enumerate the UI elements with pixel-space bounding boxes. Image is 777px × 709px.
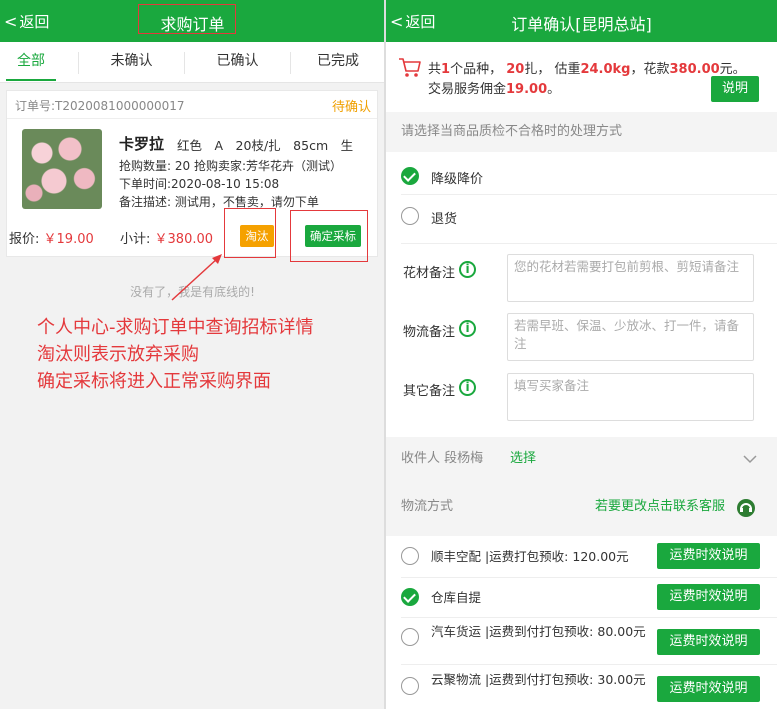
page-title: 订单确认[昆明总站] bbox=[511, 15, 652, 34]
purchase-order-screen: < 返回 求购订单 全部 未确认 已确认 已完成 订单号:T20200810000… bbox=[0, 0, 385, 709]
contact-service-link[interactable]: 若要更改点击联系客服 bbox=[595, 478, 725, 536]
qc-section-header: 请选择当商品质检不合格时的处理方式 bbox=[386, 113, 777, 151]
other-note-input[interactable]: 填写买家备注 bbox=[507, 373, 754, 421]
shipping-info-button[interactable]: 运费时效说明 bbox=[657, 629, 760, 655]
select-receiver-link[interactable]: 选择 bbox=[510, 440, 536, 478]
shipping-info-button[interactable]: 运费时效说明 bbox=[657, 676, 760, 702]
info-icon[interactable]: i bbox=[459, 320, 476, 337]
annotation-line-3: 确定采标将进入正常采购界面 bbox=[37, 371, 271, 392]
shipping-option-label: 汽车货运 |运费到付打包预收: 80.00元 bbox=[431, 624, 646, 639]
shipping-info-button[interactable]: 运费时效说明 bbox=[657, 584, 760, 610]
explain-button[interactable]: 说明 bbox=[711, 76, 759, 102]
qc-option-label: 退货 bbox=[431, 212, 458, 227]
shipping-radio-truck[interactable] bbox=[401, 628, 419, 646]
annotation-line-2: 淘汰则表示放弃采购 bbox=[37, 344, 199, 365]
qc-radio-return[interactable] bbox=[401, 207, 419, 225]
shipping-option-label: 顺丰空配 |运费打包预收: 120.00元 bbox=[431, 549, 629, 564]
shipping-radio-sf[interactable] bbox=[401, 547, 419, 565]
divider bbox=[401, 194, 777, 195]
info-icon[interactable]: i bbox=[459, 261, 476, 278]
qc-radio-downgrade[interactable] bbox=[401, 167, 419, 185]
summary-line-2: 交易服务佣金19.00。 bbox=[428, 82, 561, 97]
logistics-note-input[interactable]: 若需早班、保温、少放冰、打一件，请备注 bbox=[507, 313, 754, 361]
divider bbox=[401, 243, 777, 244]
shipping-radio-pickup[interactable] bbox=[401, 588, 419, 606]
header-bar: < 返回 订单确认[昆明总站] bbox=[386, 0, 777, 42]
chevron-down-icon bbox=[743, 455, 757, 464]
logistics-note-label: 物流备注 bbox=[403, 325, 456, 340]
customer-service-icon[interactable] bbox=[736, 498, 756, 518]
receiver-row[interactable]: 收件人 段杨梅 选择 bbox=[386, 440, 777, 478]
annotation-arrow-icon bbox=[171, 254, 222, 301]
shipping-option-label: 仓库自提 bbox=[431, 590, 482, 605]
flower-note-input[interactable]: 您的花材若需要打包前剪根、剪短请备注 bbox=[507, 254, 754, 302]
shipping-option-label: 云聚物流 |运费到付打包预收: 30.00元 bbox=[431, 672, 646, 687]
summary-line-1: 共1个品种， 20扎， 估重24.0kg，花款380.00元。 bbox=[428, 62, 746, 77]
divider bbox=[401, 664, 777, 665]
shipping-section-header: 物流方式 若要更改点击联系客服 bbox=[386, 478, 777, 536]
annotation-line-1: 个人中心-求购订单中查询招标详情 bbox=[37, 317, 314, 338]
other-note-label: 其它备注 bbox=[403, 384, 456, 399]
cart-icon bbox=[399, 58, 421, 77]
info-icon[interactable]: i bbox=[459, 379, 476, 396]
divider bbox=[401, 617, 777, 618]
flower-note-label: 花材备注 bbox=[403, 266, 456, 281]
order-confirm-screen: < 返回 订单确认[昆明总站] 共1个品种， 20扎， 估重24.0kg，花款38… bbox=[386, 0, 777, 709]
shipping-info-button[interactable]: 运费时效说明 bbox=[657, 543, 760, 569]
divider bbox=[401, 577, 777, 578]
qc-option-label: 降级降价 bbox=[431, 172, 484, 187]
shipping-radio-yunju[interactable] bbox=[401, 677, 419, 695]
